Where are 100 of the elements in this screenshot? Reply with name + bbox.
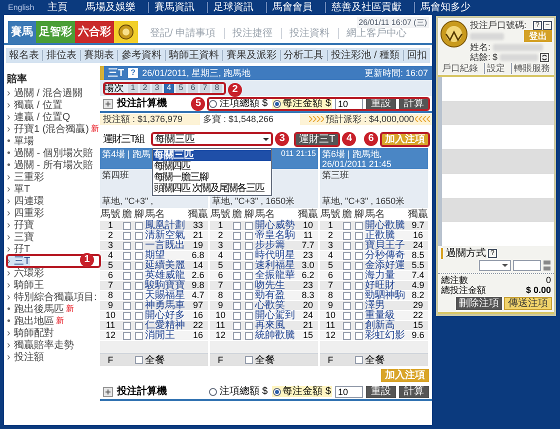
checkbox[interactable]	[123, 262, 131, 270]
sidebar-item[interactable]: • 跑出後馬匹 新	[7, 303, 100, 315]
horse-name[interactable]: 勁駟神駒	[365, 290, 405, 301]
sidebar-item[interactable]: › 四連環	[7, 195, 100, 207]
checkbox[interactable]	[245, 292, 253, 300]
checkbox[interactable]	[343, 252, 351, 260]
checkbox[interactable]	[233, 282, 241, 290]
horse-name[interactable]: 英雄威龍	[145, 270, 185, 281]
horse-name[interactable]: 再來風	[255, 320, 285, 331]
checkbox[interactable]	[123, 242, 131, 250]
amount-field[interactable]: 10	[335, 386, 363, 398]
sidebar-item[interactable]: • 單場	[7, 135, 100, 147]
checkbox[interactable]	[343, 292, 351, 300]
nav-link[interactable]: 慈善及社區貢獻	[325, 2, 406, 13]
checkbox[interactable]	[245, 252, 253, 260]
checkbox[interactable]	[343, 262, 351, 270]
horse-name[interactable]: 仁愛精神	[145, 320, 185, 331]
sidebar-item[interactable]: • 過關 - 所有場次賠	[7, 159, 100, 171]
horse-name[interactable]: 一言既出	[145, 240, 185, 251]
horse-name[interactable]: 延續美麗	[145, 260, 185, 271]
menu-link[interactable]: 投注彩池 / 種類	[327, 50, 403, 61]
checkbox[interactable]	[123, 252, 131, 260]
checkbox[interactable]	[343, 272, 351, 280]
race-tab[interactable]: 1	[128, 83, 138, 93]
sidebar-item[interactable]: • 跑出地區 新	[7, 315, 100, 327]
checkbox[interactable]	[233, 252, 241, 260]
menu-link[interactable]: 騎師王資料	[164, 50, 222, 61]
menu-link[interactable]: 報名表	[6, 50, 42, 61]
checkbox[interactable]	[123, 232, 131, 240]
checkbox[interactable]	[135, 302, 143, 310]
horse-name[interactable]: 步步籌	[255, 240, 285, 251]
horse-name[interactable]: 開心駕到	[255, 310, 295, 321]
dropdown-option[interactable]: 每關四匹	[153, 161, 272, 172]
sidebar-item[interactable]: › 四重彩	[7, 207, 100, 219]
checkbox[interactable]	[123, 322, 131, 330]
horse-name[interactable]: 創新高	[365, 320, 395, 331]
checkbox[interactable]	[135, 222, 143, 230]
help-button[interactable]: ?	[128, 68, 138, 78]
product-tab[interactable]: 六合彩	[75, 21, 114, 43]
horse-name[interactable]: 統帥歡騰	[255, 330, 295, 341]
multiple-select[interactable]	[479, 260, 511, 271]
nav-link[interactable]: 賽馬資訊	[148, 2, 200, 13]
checkbox[interactable]	[233, 292, 241, 300]
checkbox[interactable]	[233, 262, 241, 270]
race-tab[interactable]: 6	[188, 83, 198, 93]
delete-bets-button[interactable]: 刪除注項	[456, 297, 502, 310]
checkbox[interactable]	[355, 222, 363, 230]
checkbox[interactable]	[355, 356, 363, 364]
input-field[interactable]	[513, 260, 541, 271]
checkbox[interactable]	[135, 232, 143, 240]
checkbox[interactable]	[343, 332, 351, 340]
account-link[interactable]: 轉賬服務	[511, 63, 552, 74]
horse-name[interactable]: 消閒王	[145, 330, 175, 341]
radio-button[interactable]	[272, 388, 281, 396]
checkbox[interactable]	[355, 302, 363, 310]
checkbox[interactable]	[355, 312, 363, 320]
radio-button[interactable]	[209, 388, 218, 396]
horse-name[interactable]: 重量級	[365, 310, 395, 321]
checkbox[interactable]	[343, 282, 351, 290]
checkbox[interactable]	[355, 292, 363, 300]
radio-button[interactable]	[272, 100, 281, 108]
checkbox[interactable]	[135, 312, 143, 320]
horse-name[interactable]: 時代明星	[255, 250, 295, 261]
horse-name[interactable]: 駿駒寶寶	[145, 280, 185, 291]
checkbox[interactable]	[135, 252, 143, 260]
checkbox[interactable]	[245, 272, 253, 280]
checkbox[interactable]	[355, 332, 363, 340]
sidebar-item[interactable]: › 投注額	[7, 351, 100, 363]
sidebar-item[interactable]: › 孖寶1 (混合獨贏) 新	[7, 123, 100, 135]
horse-name[interactable]: 勁有盈	[255, 290, 285, 301]
menu-link[interactable]: 分析工具	[280, 50, 327, 61]
sidebar-item[interactable]: › 過關 / 混合過關	[7, 87, 100, 99]
horse-name[interactable]: 速利福星	[255, 260, 295, 271]
nav-link[interactable]: 主頁	[42, 2, 72, 13]
menu-link[interactable]: 賽期表	[80, 50, 117, 61]
sidebar-item[interactable]: › 單T	[7, 183, 100, 195]
sidebar-item[interactable]: › 六環彩	[7, 267, 100, 279]
language-link[interactable]: English	[8, 2, 34, 13]
sidebar-item[interactable]: › 特別綜合獨贏項目:	[7, 291, 100, 303]
sidebar-item[interactable]: › 三重彩	[7, 171, 100, 183]
checkbox[interactable]	[233, 232, 241, 240]
checkbox[interactable]	[233, 332, 241, 340]
sidebar-item[interactable]: • 過關 - 個別場次賠	[7, 147, 100, 159]
checkbox[interactable]	[123, 302, 131, 310]
send-bets-button[interactable]: 傳送注項	[504, 297, 552, 310]
race-tab[interactable]: 4	[164, 83, 174, 93]
checkbox[interactable]	[343, 322, 351, 330]
horse-name[interactable]: 神勇馬車	[145, 300, 185, 311]
horse-name[interactable]: 開心歡騰	[365, 220, 405, 231]
checkbox[interactable]	[355, 272, 363, 280]
checkbox[interactable]	[355, 322, 363, 330]
checkbox[interactable]	[135, 242, 143, 250]
horse-name[interactable]: 彩虹幻影	[365, 330, 405, 341]
horse-name[interactable]: 正歡騰	[365, 230, 395, 241]
menu-link[interactable]: 賽果及派彩	[222, 50, 280, 61]
horse-name[interactable]: 帝皇名駒	[255, 230, 295, 241]
checkbox[interactable]	[135, 322, 143, 330]
horse-name[interactable]: 鳳凰計劃	[145, 220, 185, 231]
checkbox[interactable]	[245, 312, 253, 320]
checkbox[interactable]	[123, 312, 131, 320]
